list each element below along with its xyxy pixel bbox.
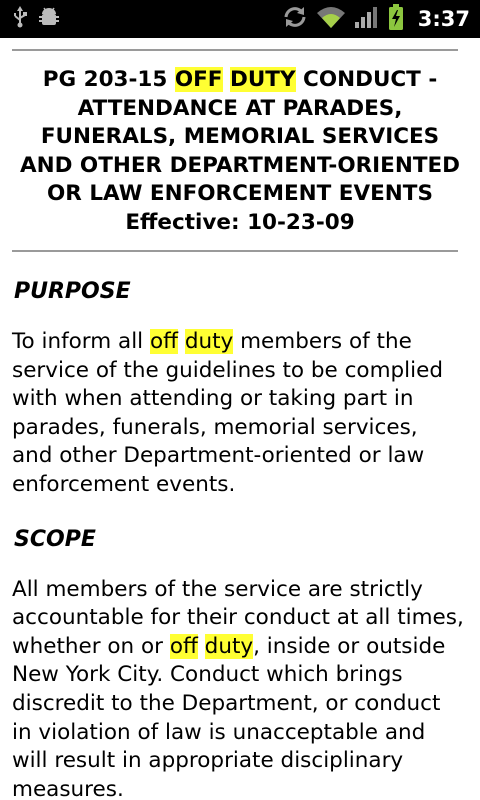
highlight-off: off (169, 633, 198, 659)
highlight-off: OFF (174, 67, 223, 92)
divider-bottom (12, 250, 458, 252)
purpose-text-start: To inform all (12, 329, 144, 354)
document-view[interactable]: PG 203-15 OFF DUTY CONDUCT - ATTENDANCE … (0, 38, 480, 800)
purpose-text: To inform all off duty members of the se… (12, 328, 464, 500)
purpose-heading: PURPOSE (14, 279, 131, 304)
title-code: PG 203-15 (42, 67, 168, 92)
document-title: PG 203-15 OFF DUTY CONDUCT - ATTENDANCE … (14, 66, 466, 237)
highlight-off: off (150, 329, 178, 354)
scope-heading: SCOPE (14, 526, 96, 552)
status-right: 3:37 (282, 4, 480, 34)
highlight-duty: duty (204, 633, 254, 659)
highlight-duty: DUTY (230, 67, 296, 92)
clock: 3:37 (417, 7, 470, 31)
effective-date: Effective: 10-23-09 (125, 209, 355, 235)
signal-icon (354, 5, 380, 33)
status-bar: 3:37 (0, 0, 480, 38)
sync-icon (282, 5, 308, 33)
divider-top (12, 49, 458, 51)
battery-charging-icon (388, 4, 404, 34)
wifi-icon (316, 5, 346, 33)
usb-icon (12, 6, 28, 32)
android-debug-icon (38, 6, 60, 32)
purpose-text-end: members of the service of the guidelines… (12, 329, 443, 497)
scope-text: All members of the service are strictly … (12, 576, 464, 800)
status-left (0, 6, 60, 32)
highlight-duty: duty (184, 329, 234, 354)
